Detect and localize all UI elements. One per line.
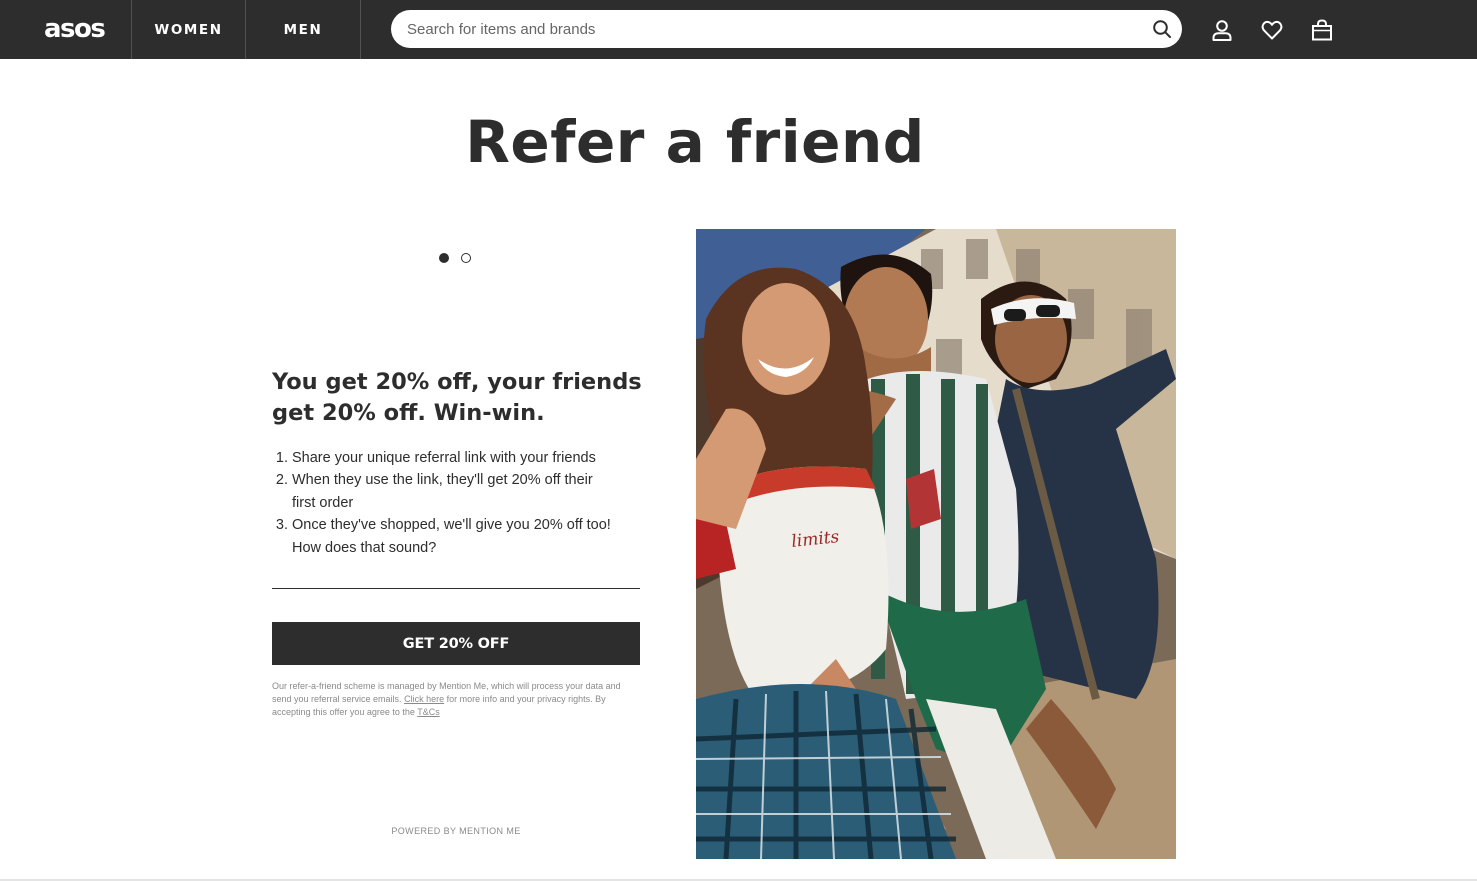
offer-heading: You get 20% off, your friends get 20% of…	[272, 369, 642, 426]
account-icon	[1212, 20, 1232, 41]
referral-steps-list: Share your unique referral link with you…	[272, 447, 612, 559]
privacy-fineprint: Our refer-a-friend scheme is managed by …	[272, 680, 640, 719]
list-item: Share your unique referral link with you…	[292, 447, 612, 469]
nav-divider	[360, 0, 361, 59]
account-button[interactable]	[1209, 17, 1235, 43]
heart-icon	[1261, 20, 1283, 40]
friends-group-illustration: limits	[696, 229, 1176, 859]
nav-women-link[interactable]: WOMEN	[132, 0, 245, 59]
search-icon	[1153, 20, 1171, 38]
get-discount-button[interactable]: GET 20% OFF	[272, 622, 640, 665]
carousel-dot-1[interactable]	[439, 253, 449, 263]
list-item: Once they've shopped, we'll give you 20%…	[292, 514, 612, 559]
search-bar	[391, 10, 1182, 48]
asos-logo[interactable]: asos	[44, 12, 114, 46]
carousel-dots	[439, 253, 471, 263]
bag-button[interactable]	[1309, 17, 1335, 43]
nav-men-link[interactable]: MEN	[246, 0, 360, 59]
powered-by-mention-me: POWERED BY MENTION ME	[391, 826, 521, 836]
search-input[interactable]	[407, 10, 1137, 48]
privacy-info-link[interactable]: Click here	[404, 694, 444, 704]
carousel-dot-2[interactable]	[461, 253, 471, 263]
terms-link[interactable]: T&Cs	[417, 707, 440, 717]
search-button[interactable]	[1150, 17, 1174, 41]
top-navigation-bar: asos WOMEN MEN	[0, 0, 1477, 59]
list-item: When they use the link, they'll get 20% …	[292, 469, 612, 514]
saved-items-button[interactable]	[1259, 17, 1285, 43]
bag-icon	[1312, 19, 1332, 41]
page-title: Refer a friend	[465, 108, 925, 176]
divider	[272, 588, 640, 589]
hero-photo: limits	[696, 229, 1176, 859]
